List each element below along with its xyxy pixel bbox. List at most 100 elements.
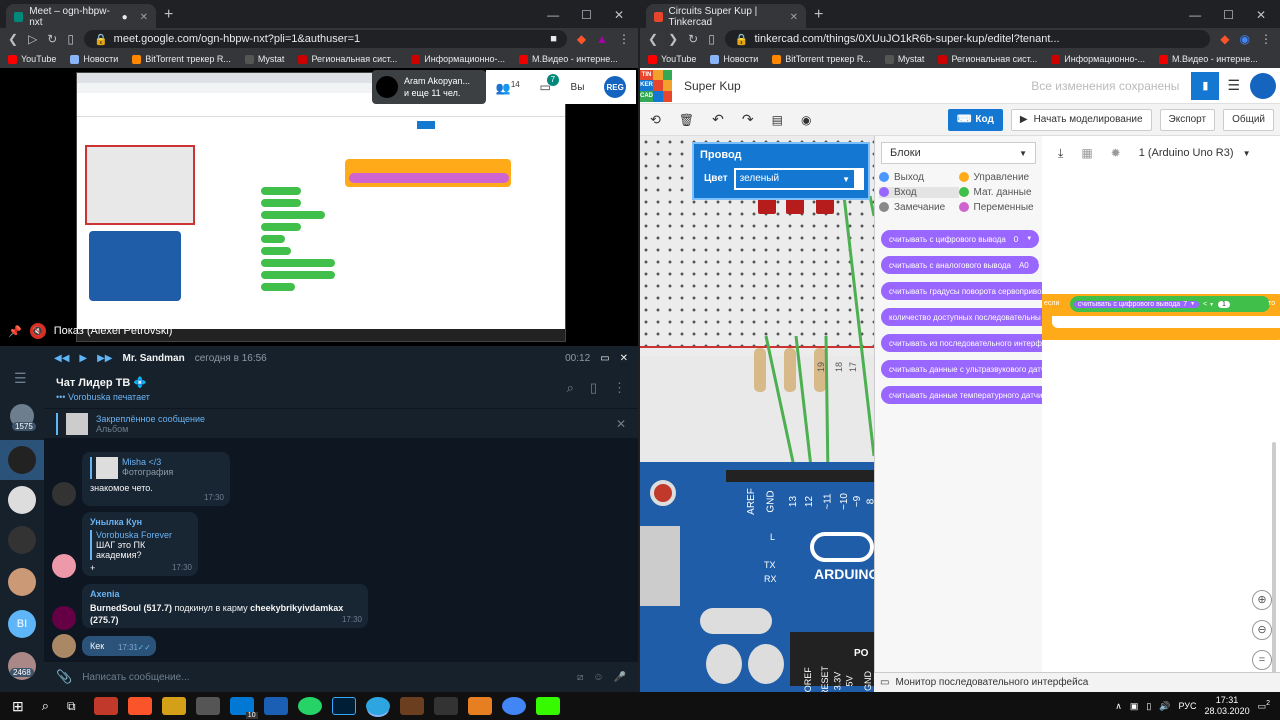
chat-avatar[interactable]	[8, 446, 36, 474]
maximize-icon[interactable]: ☐	[1223, 8, 1234, 22]
bookmark-item[interactable]: Информационно-...	[411, 54, 505, 64]
mic-icon[interactable]: 🎤	[614, 672, 626, 683]
debug-icon[interactable]: ✹	[1111, 146, 1121, 160]
pinned-message[interactable]: Закреплённое сообщение Альбом ✕	[44, 408, 638, 438]
maximize-icon[interactable]: ☐	[581, 8, 592, 22]
clock[interactable]: 17:31 28.03.2020	[1205, 695, 1250, 717]
more-icon[interactable]: ⋮	[613, 380, 626, 396]
dreamweaver-icon[interactable]	[535, 697, 560, 715]
back-icon[interactable]: ❮	[648, 32, 658, 46]
attach-icon[interactable]: 📎	[56, 669, 72, 685]
prev-icon[interactable]: ◀◀	[54, 353, 69, 364]
sidebar-toggle-icon[interactable]: ▯	[590, 380, 597, 396]
user-avatar[interactable]	[1250, 72, 1276, 99]
meet-tab[interactable]: Meet – ogn-hbpw-nxt ● ✕	[6, 4, 156, 30]
zoom-out-button[interactable]: ⊖	[1252, 620, 1272, 640]
forward-icon[interactable]: ❯	[668, 32, 678, 46]
brave-icon[interactable]	[127, 697, 152, 715]
block-servo[interactable]: считывать градусы поворота сервоприво	[881, 282, 1043, 300]
windows-start-icon[interactable]: ⊞	[12, 698, 24, 715]
close-player-icon[interactable]: ✕	[620, 353, 628, 364]
category-control[interactable]: Управление	[958, 172, 1039, 183]
keyboard-lang[interactable]: РУС	[1179, 701, 1197, 711]
menu-icon[interactable]: ⋮	[618, 32, 630, 46]
hamburger-icon[interactable]: ☰	[14, 370, 27, 387]
tinkercad-url-field[interactable]: 🔒 tinkercad.com/things/0XUuJO1kR6b-super…	[724, 30, 1211, 48]
user-avatar[interactable]: REG	[604, 76, 627, 98]
search-icon[interactable]: ⌕	[42, 698, 49, 714]
notification-icon[interactable]: ▭2	[1258, 700, 1270, 712]
commands-icon[interactable]: ⧄	[577, 672, 583, 683]
forward-icon[interactable]: ▷	[28, 32, 37, 46]
chevron-down-icon[interactable]: ▼	[842, 175, 850, 184]
sender-avatar[interactable]	[52, 554, 76, 578]
bookmark-icon[interactable]: ▯	[708, 32, 715, 46]
tray-chevron-icon[interactable]: ∧	[1115, 701, 1122, 712]
compare-block[interactable]: считывать с цифрового вывода 7 ▼ < ▼ 1	[1070, 296, 1270, 312]
next-icon[interactable]: ▶▶	[97, 353, 112, 364]
rotate-icon[interactable]: ⟲	[650, 112, 661, 128]
close-window-icon[interactable]: ✕	[614, 8, 624, 22]
block-read-analog[interactable]: считывать с аналогового выводаA0▼	[881, 256, 1039, 274]
bookmark-item[interactable]: Mystat	[884, 54, 924, 64]
minimize-icon[interactable]: —	[1189, 8, 1201, 22]
store-icon[interactable]	[195, 697, 220, 715]
block-ultrasonic[interactable]: считывать данные с ультразвукового датч	[881, 360, 1043, 378]
download-icon[interactable]: ⤓	[1058, 146, 1063, 161]
zoom-fit-button[interactable]: =	[1252, 650, 1272, 670]
bookmark-item[interactable]: Новости	[710, 54, 758, 64]
number-input[interactable]: 1	[1218, 300, 1230, 308]
playlist-icon[interactable]: ▭	[600, 353, 609, 364]
back-icon[interactable]: ❮	[8, 32, 18, 46]
bookmark-icon[interactable]: ▯	[67, 32, 74, 46]
serial-monitor-bar[interactable]: ▭ Монитор последовательного интерфейса	[874, 672, 1280, 692]
block-temperature[interactable]: считывать данные температурного датчи	[881, 386, 1043, 404]
app-icon-brown[interactable]	[399, 697, 424, 715]
new-tab-icon[interactable]: +	[164, 6, 173, 24]
eye-icon[interactable]: ◉	[801, 113, 811, 127]
photoshop-icon[interactable]	[331, 697, 356, 715]
redo-icon[interactable]: ↷	[742, 111, 754, 128]
telegram-icon[interactable]	[365, 697, 390, 715]
bookmark-item[interactable]: Информационно-...	[1051, 54, 1145, 64]
vertical-scrollbar[interactable]	[1272, 442, 1276, 676]
category-notation[interactable]: Замечание	[879, 202, 959, 213]
network-icon[interactable]: ▯	[1146, 701, 1151, 712]
sender-avatar[interactable]	[52, 634, 76, 658]
app-icon-orange[interactable]	[467, 697, 492, 715]
circuit-canvas[interactable]: 19 18 17 AREF GND 13 12 ~11 ~10 ~9 8 L T…	[640, 136, 874, 692]
category-input[interactable]: Вход	[879, 187, 959, 198]
volume-icon[interactable]: 🔊	[1159, 701, 1170, 712]
bookmark-item[interactable]: YouTube	[648, 54, 696, 64]
undo-icon[interactable]: ↶	[712, 111, 724, 128]
category-math[interactable]: Мат. данные	[958, 187, 1039, 198]
chat-avatar[interactable]	[8, 486, 36, 514]
reset-button[interactable]	[650, 480, 676, 506]
chat-button[interactable]: ▭ 7	[539, 74, 559, 94]
brave-shield-icon[interactable]: ◆	[1220, 32, 1229, 46]
bookmark-item[interactable]: Региональная сист...	[298, 54, 397, 64]
emoji-icon[interactable]: ☺	[593, 672, 603, 683]
export-button[interactable]: Экспорт	[1159, 108, 1216, 131]
board-select[interactable]: 1 (Arduino Uno R3) ▼	[1139, 147, 1251, 159]
bookmark-item[interactable]: М.Видео - интерне...	[518, 54, 618, 64]
code-button[interactable]: ⌨ Код	[947, 108, 1003, 131]
brave-rewards-icon[interactable]: ▲	[596, 32, 608, 46]
menu-icon[interactable]: ⋮	[1260, 32, 1272, 46]
reload-icon[interactable]: ↻	[688, 32, 698, 46]
new-tab-icon[interactable]: +	[814, 6, 823, 24]
start-simulation-button[interactable]: ▶ Начать моделирование	[1010, 108, 1152, 131]
operator[interactable]: < ▼	[1203, 301, 1214, 308]
category-variables[interactable]: Переменные	[958, 202, 1039, 213]
zoom-in-button[interactable]: ⊕	[1252, 590, 1272, 610]
chat-avatar[interactable]: BI	[8, 610, 36, 638]
close-tab-icon[interactable]: ✕	[140, 12, 148, 23]
color-select[interactable]: зеленый	[735, 170, 855, 188]
meet-url-field[interactable]: 🔒 meet.google.com/ogn-hbpw-nxt?pli=1&aut…	[83, 30, 567, 48]
chat-avatar[interactable]	[8, 568, 36, 596]
close-tab-icon[interactable]: ✕	[790, 12, 798, 23]
code-area[interactable]: ⤓ ▦ ✹ 1 (Arduino Uno R3) ▼ если считыват…	[1042, 136, 1280, 676]
brave-shield-icon[interactable]: ◆	[577, 32, 586, 46]
mail-icon[interactable]: 10	[229, 697, 258, 719]
search-icon[interactable]: ⌕	[567, 380, 574, 396]
